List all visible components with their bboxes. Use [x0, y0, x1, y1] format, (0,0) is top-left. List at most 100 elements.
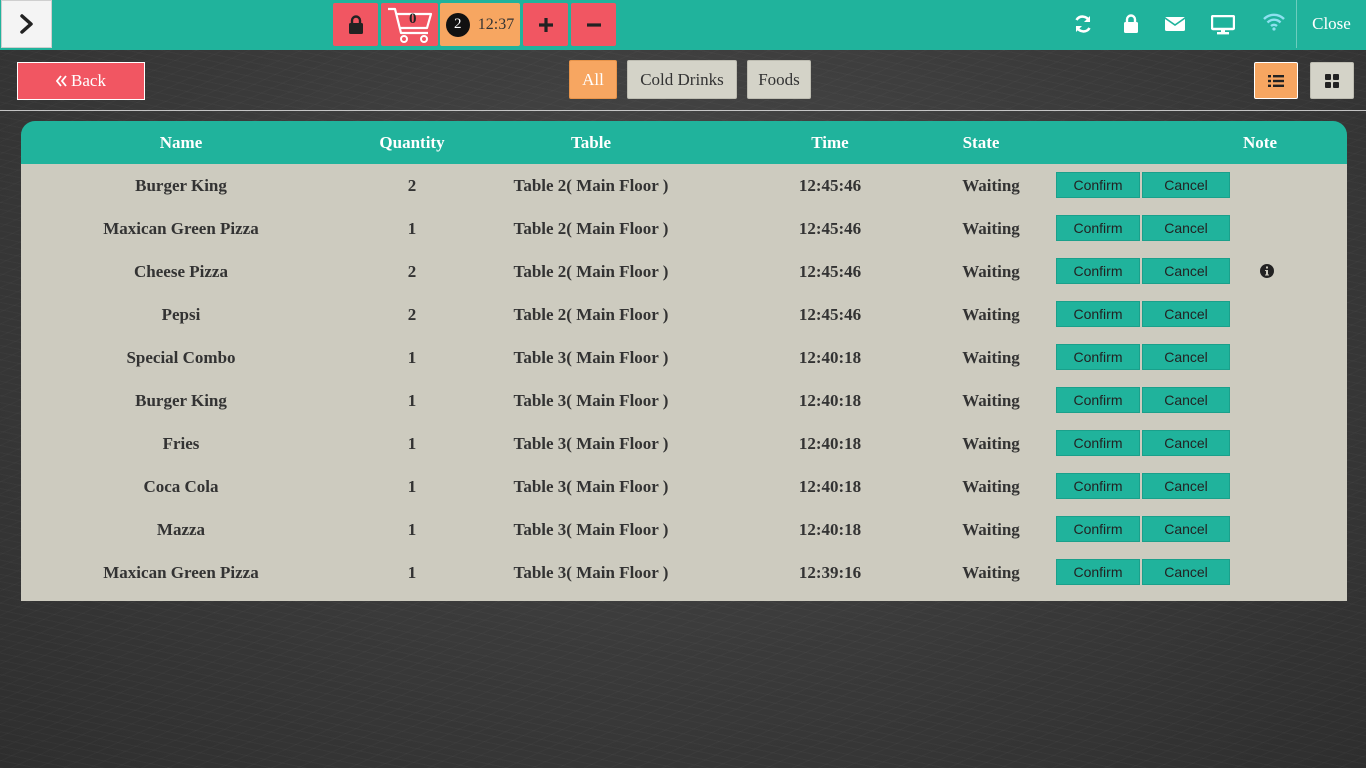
cell-table: Table 3( Main Floor ) [513, 433, 669, 453]
filter-all[interactable]: All [569, 60, 617, 99]
confirm-button[interactable]: Confirm [1056, 172, 1140, 198]
cancel-button[interactable]: Cancel [1142, 430, 1230, 456]
cell-name: Coca Cola [143, 476, 219, 496]
cell-state: Waiting [962, 562, 1020, 582]
cell-name: Fries [162, 433, 200, 453]
cell-time: 12:39:16 [798, 562, 862, 582]
table-row: Coca Cola 1 Table 3( Main Floor ) 12:40:18 W… [21, 465, 1347, 508]
back-button[interactable]: Back [17, 62, 145, 100]
list-view-button[interactable] [1254, 62, 1298, 99]
cell-state: Waiting [962, 347, 1020, 367]
zoom-in-button[interactable] [523, 3, 568, 46]
close-button[interactable]: Close [1297, 0, 1366, 48]
cancel-button[interactable]: Cancel [1142, 516, 1230, 542]
confirm-button[interactable]: Confirm [1056, 430, 1140, 456]
cell-quantity: 2 [407, 175, 417, 195]
top-bar: 0 2 12:37 Close [0, 0, 1366, 50]
envelope-icon[interactable] [1165, 16, 1185, 32]
lock-icon [348, 14, 363, 34]
cell-name: Special Combo [126, 347, 236, 367]
back-label: Back [71, 71, 106, 90]
info-icon[interactable] [1260, 264, 1274, 278]
cell-state: Waiting [962, 390, 1020, 410]
cell-quantity: 2 [407, 304, 417, 324]
table-header: Name Quantity Table Time State Note [21, 121, 1347, 164]
cell-quantity: 1 [407, 562, 417, 582]
cell-name: Burger King [135, 390, 227, 410]
cell-time: 12:45:46 [798, 304, 862, 324]
column-header-name: Name [159, 132, 203, 152]
timer-badge: 2 [445, 12, 470, 37]
cell-time: 12:40:18 [798, 390, 862, 410]
sidebar-toggle-button[interactable] [1, 0, 52, 48]
table-row: Cheese Pizza 2 Table 2( Main Floor ) 12:45:… [21, 250, 1347, 293]
cancel-button[interactable]: Cancel [1142, 215, 1230, 241]
cancel-button[interactable]: Cancel [1142, 258, 1230, 284]
cell-state: Waiting [962, 261, 1020, 281]
confirm-button[interactable]: Confirm [1056, 559, 1140, 585]
cell-name: Pepsi [161, 304, 201, 324]
confirm-button[interactable]: Confirm [1056, 387, 1140, 413]
cancel-button[interactable]: Cancel [1142, 344, 1230, 370]
column-header-time: Time [811, 132, 849, 152]
cell-time: 12:40:18 [798, 476, 862, 496]
chevron-right-icon [19, 14, 33, 34]
lock-icon[interactable] [1123, 14, 1139, 34]
list-view-icon [1268, 74, 1284, 87]
cell-time: 12:45:46 [798, 175, 862, 195]
filter-cold-drinks[interactable]: Cold Drinks [627, 60, 737, 99]
confirm-button[interactable]: Confirm [1056, 301, 1140, 327]
cell-table: Table 3( Main Floor ) [513, 347, 669, 367]
cancel-button[interactable]: Cancel [1142, 301, 1230, 327]
cell-quantity: 1 [407, 433, 417, 453]
filter-foods[interactable]: Foods [747, 60, 811, 99]
cell-table: Table 3( Main Floor ) [513, 476, 669, 496]
table-row: Burger King 2 Table 2( Main Floor ) 12:45:4… [21, 164, 1347, 207]
cell-table: Table 2( Main Floor ) [513, 261, 669, 281]
cell-state: Waiting [962, 433, 1020, 453]
cell-state: Waiting [962, 519, 1020, 539]
monitor-icon[interactable] [1211, 15, 1235, 35]
zoom-out-button[interactable] [571, 3, 616, 46]
column-header-state: State [962, 132, 1000, 152]
cell-quantity: 1 [407, 519, 417, 539]
cell-name: Maxican Green Pizza [103, 562, 259, 582]
confirm-button[interactable]: Confirm [1056, 258, 1140, 284]
confirm-button[interactable]: Confirm [1056, 473, 1140, 499]
confirm-button[interactable]: Confirm [1056, 344, 1140, 370]
orders-table: Name Quantity Table Time State Note Burg… [21, 121, 1347, 601]
cell-table: Table 2( Main Floor ) [513, 175, 669, 195]
confirm-button[interactable]: Confirm [1056, 215, 1140, 241]
timer-display: 2 12:37 [440, 3, 520, 46]
cell-table: Table 2( Main Floor ) [513, 304, 669, 324]
cell-quantity: 1 [407, 347, 417, 367]
timer-time: 12:37 [477, 15, 515, 33]
table-row: Maxican Green Pizza 1 Table 2( Main Floor … [21, 207, 1347, 250]
cell-table: Table 2( Main Floor ) [513, 218, 669, 238]
cart-button[interactable]: 0 [381, 3, 438, 46]
table-row: Maxican Green Pizza 1 Table 3( Main Floor … [21, 551, 1347, 594]
grid-view-button[interactable] [1310, 62, 1354, 99]
grid-view-icon [1325, 73, 1339, 88]
cancel-button[interactable]: Cancel [1142, 387, 1230, 413]
lock-screen-button[interactable] [333, 3, 378, 46]
cell-time: 12:40:18 [798, 347, 862, 367]
cell-time: 12:45:46 [798, 218, 862, 238]
cancel-button[interactable]: Cancel [1142, 473, 1230, 499]
divider [0, 110, 1366, 111]
wifi-icon[interactable] [1263, 13, 1285, 31]
cancel-button[interactable]: Cancel [1142, 559, 1230, 585]
cancel-button[interactable]: Cancel [1142, 172, 1230, 198]
cell-name: Burger King [135, 175, 227, 195]
cell-state: Waiting [962, 218, 1020, 238]
confirm-button[interactable]: Confirm [1056, 516, 1140, 542]
refresh-icon[interactable] [1073, 14, 1093, 34]
cell-name: Cheese Pizza [134, 261, 228, 281]
column-header-quantity: Quantity [379, 132, 445, 152]
cell-table: Table 3( Main Floor ) [513, 562, 669, 582]
table-row: Special Combo 1 Table 3( Main Floor ) 12:40… [21, 336, 1347, 379]
cell-state: Waiting [962, 476, 1020, 496]
cell-quantity: 1 [407, 390, 417, 410]
table-row: Pepsi 2 Table 2( Main Floor ) 12:45:46 Waiti… [21, 293, 1347, 336]
table-row: Mazza 1 Table 3( Main Floor ) 12:40:18 Waiti… [21, 508, 1347, 551]
